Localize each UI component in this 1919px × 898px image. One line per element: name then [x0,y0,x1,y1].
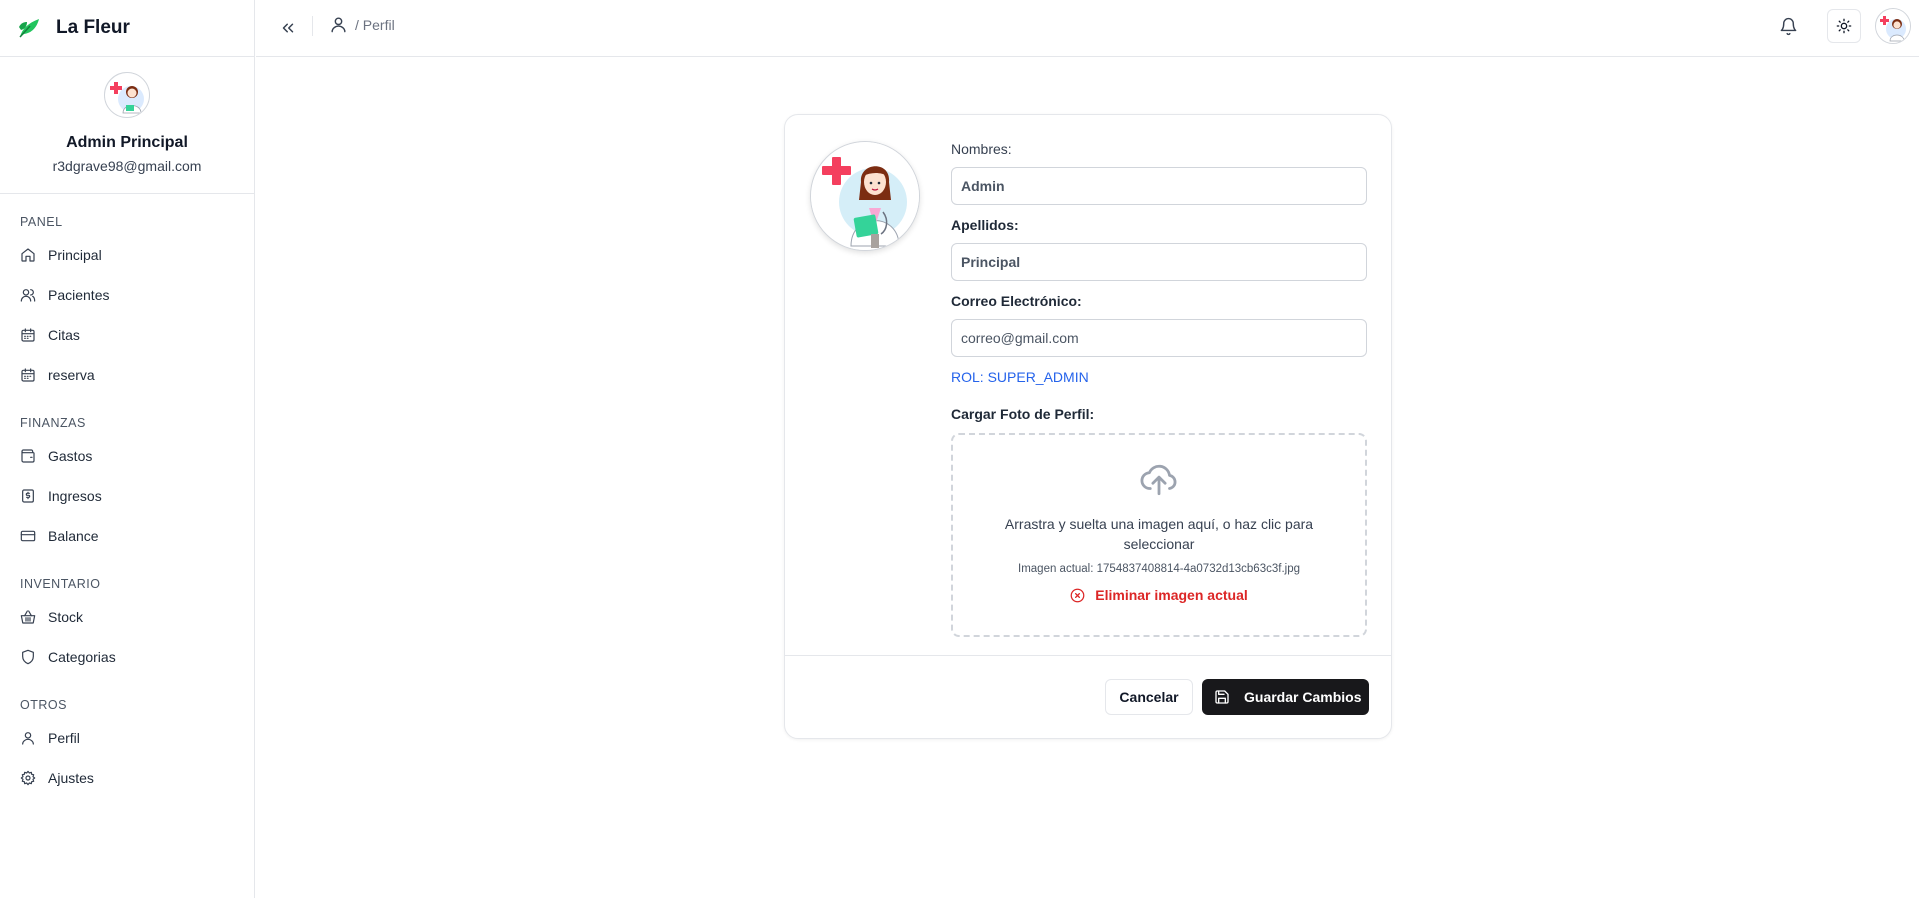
photo-dropzone[interactable]: Arrastra y suelta una imagen aquí, o haz… [951,433,1367,637]
sidebar-item-pacientes[interactable]: Pacientes [20,275,254,315]
brand[interactable]: La Fleur [0,0,254,57]
breadcrumb: / Perfil [329,15,395,34]
sidebar-item-reserva[interactable]: reserva [20,355,254,395]
sidebar-item-gastos[interactable]: Gastos [20,436,254,476]
cancel-button[interactable]: Cancelar [1105,679,1193,715]
profile-form: Nombres: Apellidos: Correo Electrónico: … [951,140,1367,637]
theme-toggle-button[interactable] [1827,9,1861,43]
basket-icon [20,610,36,624]
sidebar-item-label: Ajustes [48,770,94,786]
doctor-avatar-icon [811,142,919,250]
nombres-input[interactable] [951,167,1367,205]
profile-card: Nombres: Apellidos: Correo Electrónico: … [784,114,1392,739]
home-icon [21,248,35,262]
calendar-icon [21,368,35,382]
app-name: La Fleur [56,17,130,38]
cloud-upload-icon [1138,457,1180,504]
breadcrumb-current: / Perfil [355,16,395,33]
current-image-name: Imagen actual: 1754837408814-4a0732d13cb… [1018,563,1300,575]
sidebar-item-ingresos[interactable]: Ingresos [20,476,254,516]
user-icon [22,732,34,745]
credit-card-icon [20,530,36,542]
sidebar-item-label: Stock [48,609,84,625]
apellidos-label: Apellidos: [951,217,1019,233]
dollar-receipt-icon [22,489,34,503]
calendar-icon [21,328,35,342]
user-menu-avatar[interactable] [1875,8,1911,44]
sidebar-item-label: Principal [48,247,102,263]
sidebar-nav: PANEL Principal Pacientes Citas reserva … [0,213,254,798]
x-circle-icon [1070,588,1085,602]
correo-label: Correo Electrónico: [951,293,1082,309]
remove-image-label: Eliminar imagen actual [1095,587,1248,603]
chevrons-left-icon [282,23,294,33]
sidebar-item-stock[interactable]: Stock [20,597,254,637]
remove-image-button[interactable]: Eliminar imagen actual [1070,587,1248,603]
sidebar: La Fleur Admin Principal r3dgrave98@gmai… [0,0,255,898]
user-email: r3dgrave98@gmail.com [52,158,202,174]
sidebar-item-citas[interactable]: Citas [20,315,254,355]
sidebar-item-label: Pacientes [48,287,110,303]
collapse-sidebar-button[interactable] [276,16,300,40]
notifications-button[interactable] [1776,14,1800,38]
sidebar-item-perfil[interactable]: Perfil [20,718,254,758]
sidebar-item-label: Ingresos [48,488,102,504]
nav-section-panel: PANEL [20,215,63,229]
role-badge: ROL: SUPER_ADMIN [951,369,1089,385]
top-bar: / Perfil [256,0,1919,57]
dropzone-instructions: Arrastra y suelta una imagen aquí, o haz… [1004,516,1314,552]
card-divider [785,655,1391,656]
sidebar-item-principal[interactable]: Principal [20,235,254,275]
sidebar-item-categorias[interactable]: Categorias [20,637,254,677]
save-icon [1215,690,1229,704]
avatar[interactable] [104,72,150,118]
shield-icon [22,649,34,665]
sun-icon [1836,18,1852,34]
divider [312,16,313,36]
sidebar-item-ajustes[interactable]: Ajustes [20,758,254,798]
nombres-label: Nombres: [951,141,1012,157]
sidebar-item-label: Citas [48,327,80,343]
save-button[interactable]: Guardar Cambios [1202,679,1369,715]
upload-label: Cargar Foto de Perfil: [951,406,1095,422]
sidebar-profile: Admin Principal r3dgrave98@gmail.com [0,57,254,194]
profile-photo [810,141,920,251]
wallet-icon [21,449,35,463]
user-icon [331,17,346,33]
sidebar-item-label: Gastos [48,448,93,464]
user-name: Admin Principal [66,134,188,151]
sidebar-item-label: Categorias [48,649,116,665]
nav-section-inventario: INVENTARIO [20,577,101,591]
sidebar-item-balance[interactable]: Balance [20,516,254,556]
save-button-label: Guardar Cambios [1244,689,1362,705]
apellidos-input[interactable] [951,243,1367,281]
doctor-avatar-icon [105,73,149,117]
nav-section-otros: OTROS [20,698,67,712]
leaf-logo-icon [19,19,39,38]
users-icon [20,289,36,302]
nav-section-finanzas: FINANZAS [20,416,86,430]
bell-icon [1780,17,1796,35]
sidebar-item-label: reserva [48,367,95,383]
email-field[interactable] [951,319,1367,357]
doctor-avatar-icon [1876,9,1910,43]
sidebar-item-label: Perfil [48,730,80,746]
gear-icon [20,770,36,786]
sidebar-item-label: Balance [48,528,99,544]
